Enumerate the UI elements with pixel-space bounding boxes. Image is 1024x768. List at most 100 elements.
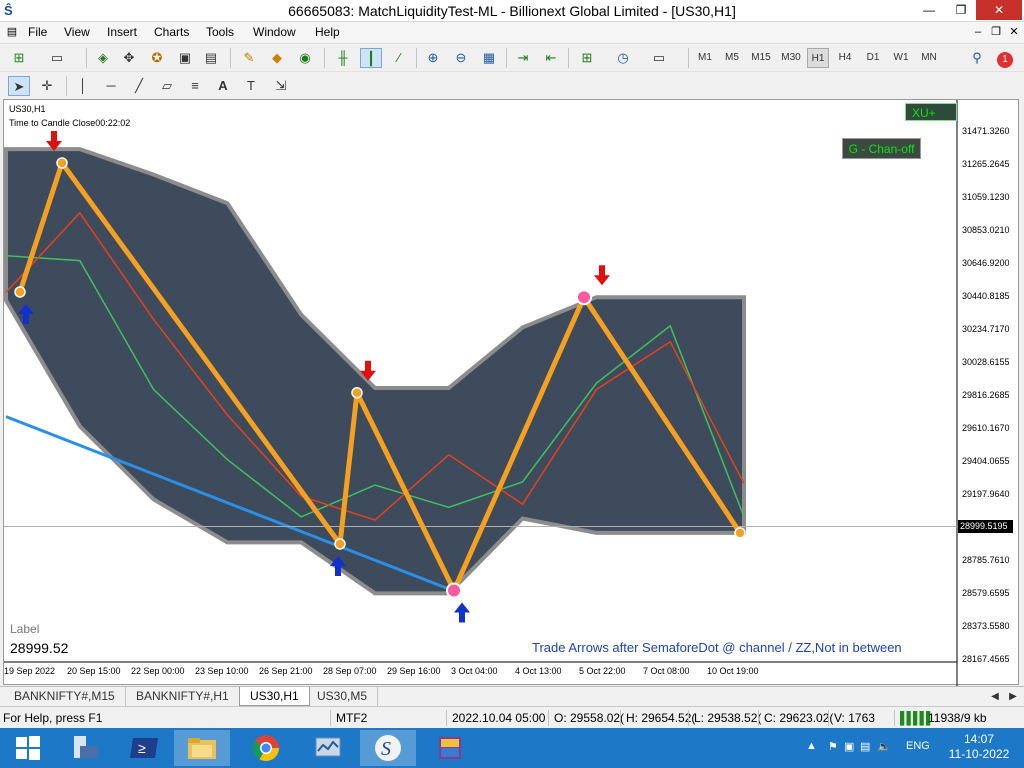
zigzag-point bbox=[56, 157, 68, 169]
zoom-out-icon[interactable]: ⊖ bbox=[450, 48, 472, 68]
profiles-icon[interactable]: ▭ bbox=[46, 48, 68, 68]
timeframe-m15[interactable]: M15 bbox=[748, 48, 774, 68]
menu-tools[interactable]: Tools bbox=[206, 25, 234, 39]
indicators-icon[interactable]: ⊞ bbox=[576, 48, 598, 68]
terminal-icon[interactable]: ▣ bbox=[174, 48, 196, 68]
periods-icon[interactable]: ◷ bbox=[612, 48, 634, 68]
trendline-icon[interactable]: ╱ bbox=[128, 76, 150, 96]
menu-file[interactable]: File bbox=[28, 25, 47, 39]
close-button[interactable]: ✕ bbox=[976, 0, 1022, 20]
menu-window[interactable]: Window bbox=[253, 25, 296, 39]
equidistant-channel-icon[interactable]: ▱ bbox=[156, 76, 178, 96]
tile-windows-icon[interactable]: ▦ bbox=[478, 48, 500, 68]
menu-charts[interactable]: Charts bbox=[154, 25, 189, 39]
tray-show-hidden-icon[interactable]: ▲ bbox=[806, 740, 817, 752]
child-minimize-icon[interactable]: – bbox=[970, 24, 986, 40]
chart-window-icon[interactable]: ▤ bbox=[4, 24, 20, 40]
chart-canvas[interactable] bbox=[4, 100, 1020, 686]
market-watch-icon[interactable]: ◈ bbox=[92, 48, 114, 68]
metatrader-icon[interactable]: S bbox=[360, 730, 416, 766]
tray-app-icon[interactable]: ▣ bbox=[844, 740, 854, 753]
y-tick-label: 28785.7610 bbox=[962, 555, 1010, 565]
restore-button[interactable]: ❐ bbox=[946, 0, 976, 20]
text-icon[interactable]: A bbox=[212, 76, 234, 96]
zigzag-point bbox=[734, 527, 746, 539]
timeframe-m5[interactable]: M5 bbox=[721, 48, 743, 68]
y-tick-label: 30440.8185 bbox=[962, 291, 1010, 301]
timeframe-mn[interactable]: MN bbox=[917, 48, 941, 68]
candlestick-icon[interactable]: ┃ bbox=[360, 48, 382, 68]
timeframe-h1[interactable]: H1 bbox=[807, 48, 829, 68]
status-volume: V: 1763 bbox=[834, 711, 875, 725]
search-icon[interactable]: ⚲ bbox=[966, 48, 988, 68]
winrar-icon[interactable] bbox=[422, 730, 478, 766]
tray-network-icon[interactable]: ▤ bbox=[860, 740, 870, 753]
tabs-scroll-right-icon[interactable]: ▶ bbox=[1002, 687, 1024, 707]
autotrading-icon[interactable]: ◉ bbox=[294, 48, 316, 68]
vertical-line-icon[interactable]: │ bbox=[72, 76, 94, 96]
performance-monitor-icon[interactable] bbox=[300, 730, 356, 766]
timeframe-w1[interactable]: W1 bbox=[890, 48, 912, 68]
cursor-icon[interactable]: ➤ bbox=[8, 76, 30, 96]
timeframe-d1[interactable]: D1 bbox=[862, 48, 884, 68]
tab-us30-m5[interactable]: US30,M5 bbox=[307, 687, 379, 706]
tray-language[interactable]: ENG bbox=[906, 740, 930, 752]
status-close: C: 29623.02( bbox=[764, 711, 834, 725]
notifications-icon[interactable]: 1 bbox=[994, 48, 1016, 68]
child-restore-icon[interactable]: ❐ bbox=[988, 24, 1004, 40]
horizontal-line-icon[interactable]: ─ bbox=[100, 76, 122, 96]
zoom-in-icon[interactable]: ⊕ bbox=[422, 48, 444, 68]
menu-help[interactable]: Help bbox=[315, 25, 340, 39]
chart-window[interactable] bbox=[3, 99, 1020, 686]
menu-bar: ▤ File View Insert Charts Tools Window H… bbox=[0, 22, 1024, 42]
templates-icon[interactable]: ▭ bbox=[648, 48, 670, 68]
timeframe-m30[interactable]: M30 bbox=[778, 48, 804, 68]
timeframe-m1[interactable]: M1 bbox=[694, 48, 716, 68]
y-tick-label: 31265.2645 bbox=[962, 159, 1010, 169]
g-channel-toggle-button[interactable]: G - Chan-off bbox=[842, 138, 921, 159]
file-explorer-icon[interactable] bbox=[174, 730, 230, 766]
powershell-icon[interactable]: ≥ bbox=[116, 730, 172, 766]
crosshair-icon[interactable]: ✛ bbox=[36, 76, 58, 96]
bar-chart-icon[interactable]: ╫ bbox=[332, 48, 354, 68]
standard-toolbar: ⊞ ▭ ◈ ✥ ✪ ▣ ▤ ✎ ◆ ◉ ╫ ┃ ∕ ⊕ ⊖ ▦ ⇥ ⇤ ⊞ ◷ … bbox=[0, 43, 1024, 71]
tab-us30-h1[interactable]: US30,H1 bbox=[239, 687, 310, 706]
strategy-tester-icon[interactable]: ▤ bbox=[200, 48, 222, 68]
x-tick-label: 3 Oct 04:00 bbox=[451, 666, 498, 676]
zigzag-point bbox=[351, 386, 363, 399]
status-profile[interactable]: MTF2 bbox=[336, 711, 367, 725]
windows-start-icon[interactable] bbox=[0, 730, 56, 766]
x-tick-label: 5 Oct 22:00 bbox=[579, 666, 626, 676]
line-chart-icon[interactable]: ∕ bbox=[388, 48, 410, 68]
tab-banknifty-m15[interactable]: BANKNIFTY#,M15 bbox=[4, 687, 126, 706]
new-order-icon[interactable]: ✎ bbox=[238, 48, 260, 68]
tab-banknifty-h1[interactable]: BANKNIFTY#,H1 bbox=[126, 687, 240, 706]
chart-shift-icon[interactable]: ⇤ bbox=[540, 48, 562, 68]
tray-volume-icon[interactable]: 🔈 bbox=[877, 740, 891, 753]
x-tick-label: 20 Sep 15:00 bbox=[67, 666, 121, 676]
arrows-icon[interactable]: ⇲ bbox=[270, 76, 292, 96]
autoscroll-icon[interactable]: ⇥ bbox=[512, 48, 534, 68]
new-chart-icon[interactable]: ⊞ bbox=[8, 48, 30, 68]
child-close-icon[interactable]: ✕ bbox=[1006, 24, 1022, 40]
clock-time: 14:07 bbox=[963, 732, 995, 746]
menu-insert[interactable]: Insert bbox=[107, 25, 137, 39]
navigator-icon[interactable]: ✪ bbox=[146, 48, 168, 68]
zigzag-point bbox=[446, 582, 462, 599]
minimize-button[interactable]: — bbox=[914, 0, 944, 20]
menu-view[interactable]: View bbox=[64, 25, 90, 39]
label-price: 28999.52 bbox=[10, 640, 69, 656]
fibonacci-icon[interactable]: ≡ bbox=[184, 76, 206, 96]
chrome-icon[interactable] bbox=[238, 730, 294, 766]
data-window-icon[interactable]: ✥ bbox=[118, 48, 140, 68]
sell-arrow-icon bbox=[594, 265, 610, 286]
tray-clock[interactable]: 14:07 11-10-2022 bbox=[944, 732, 1014, 762]
timeframe-h4[interactable]: H4 bbox=[834, 48, 856, 68]
xu-toggle-button[interactable]: XU+ ON bbox=[905, 103, 957, 121]
y-tick-label: 31059.1230 bbox=[962, 192, 1010, 202]
metaeditor-icon[interactable]: ◆ bbox=[266, 48, 288, 68]
text-label-icon[interactable]: T bbox=[240, 76, 262, 96]
server-manager-icon[interactable] bbox=[58, 730, 114, 766]
tray-security-icon[interactable]: ⚑ bbox=[828, 740, 838, 753]
y-tick-label: 31471.3260 bbox=[962, 126, 1010, 136]
